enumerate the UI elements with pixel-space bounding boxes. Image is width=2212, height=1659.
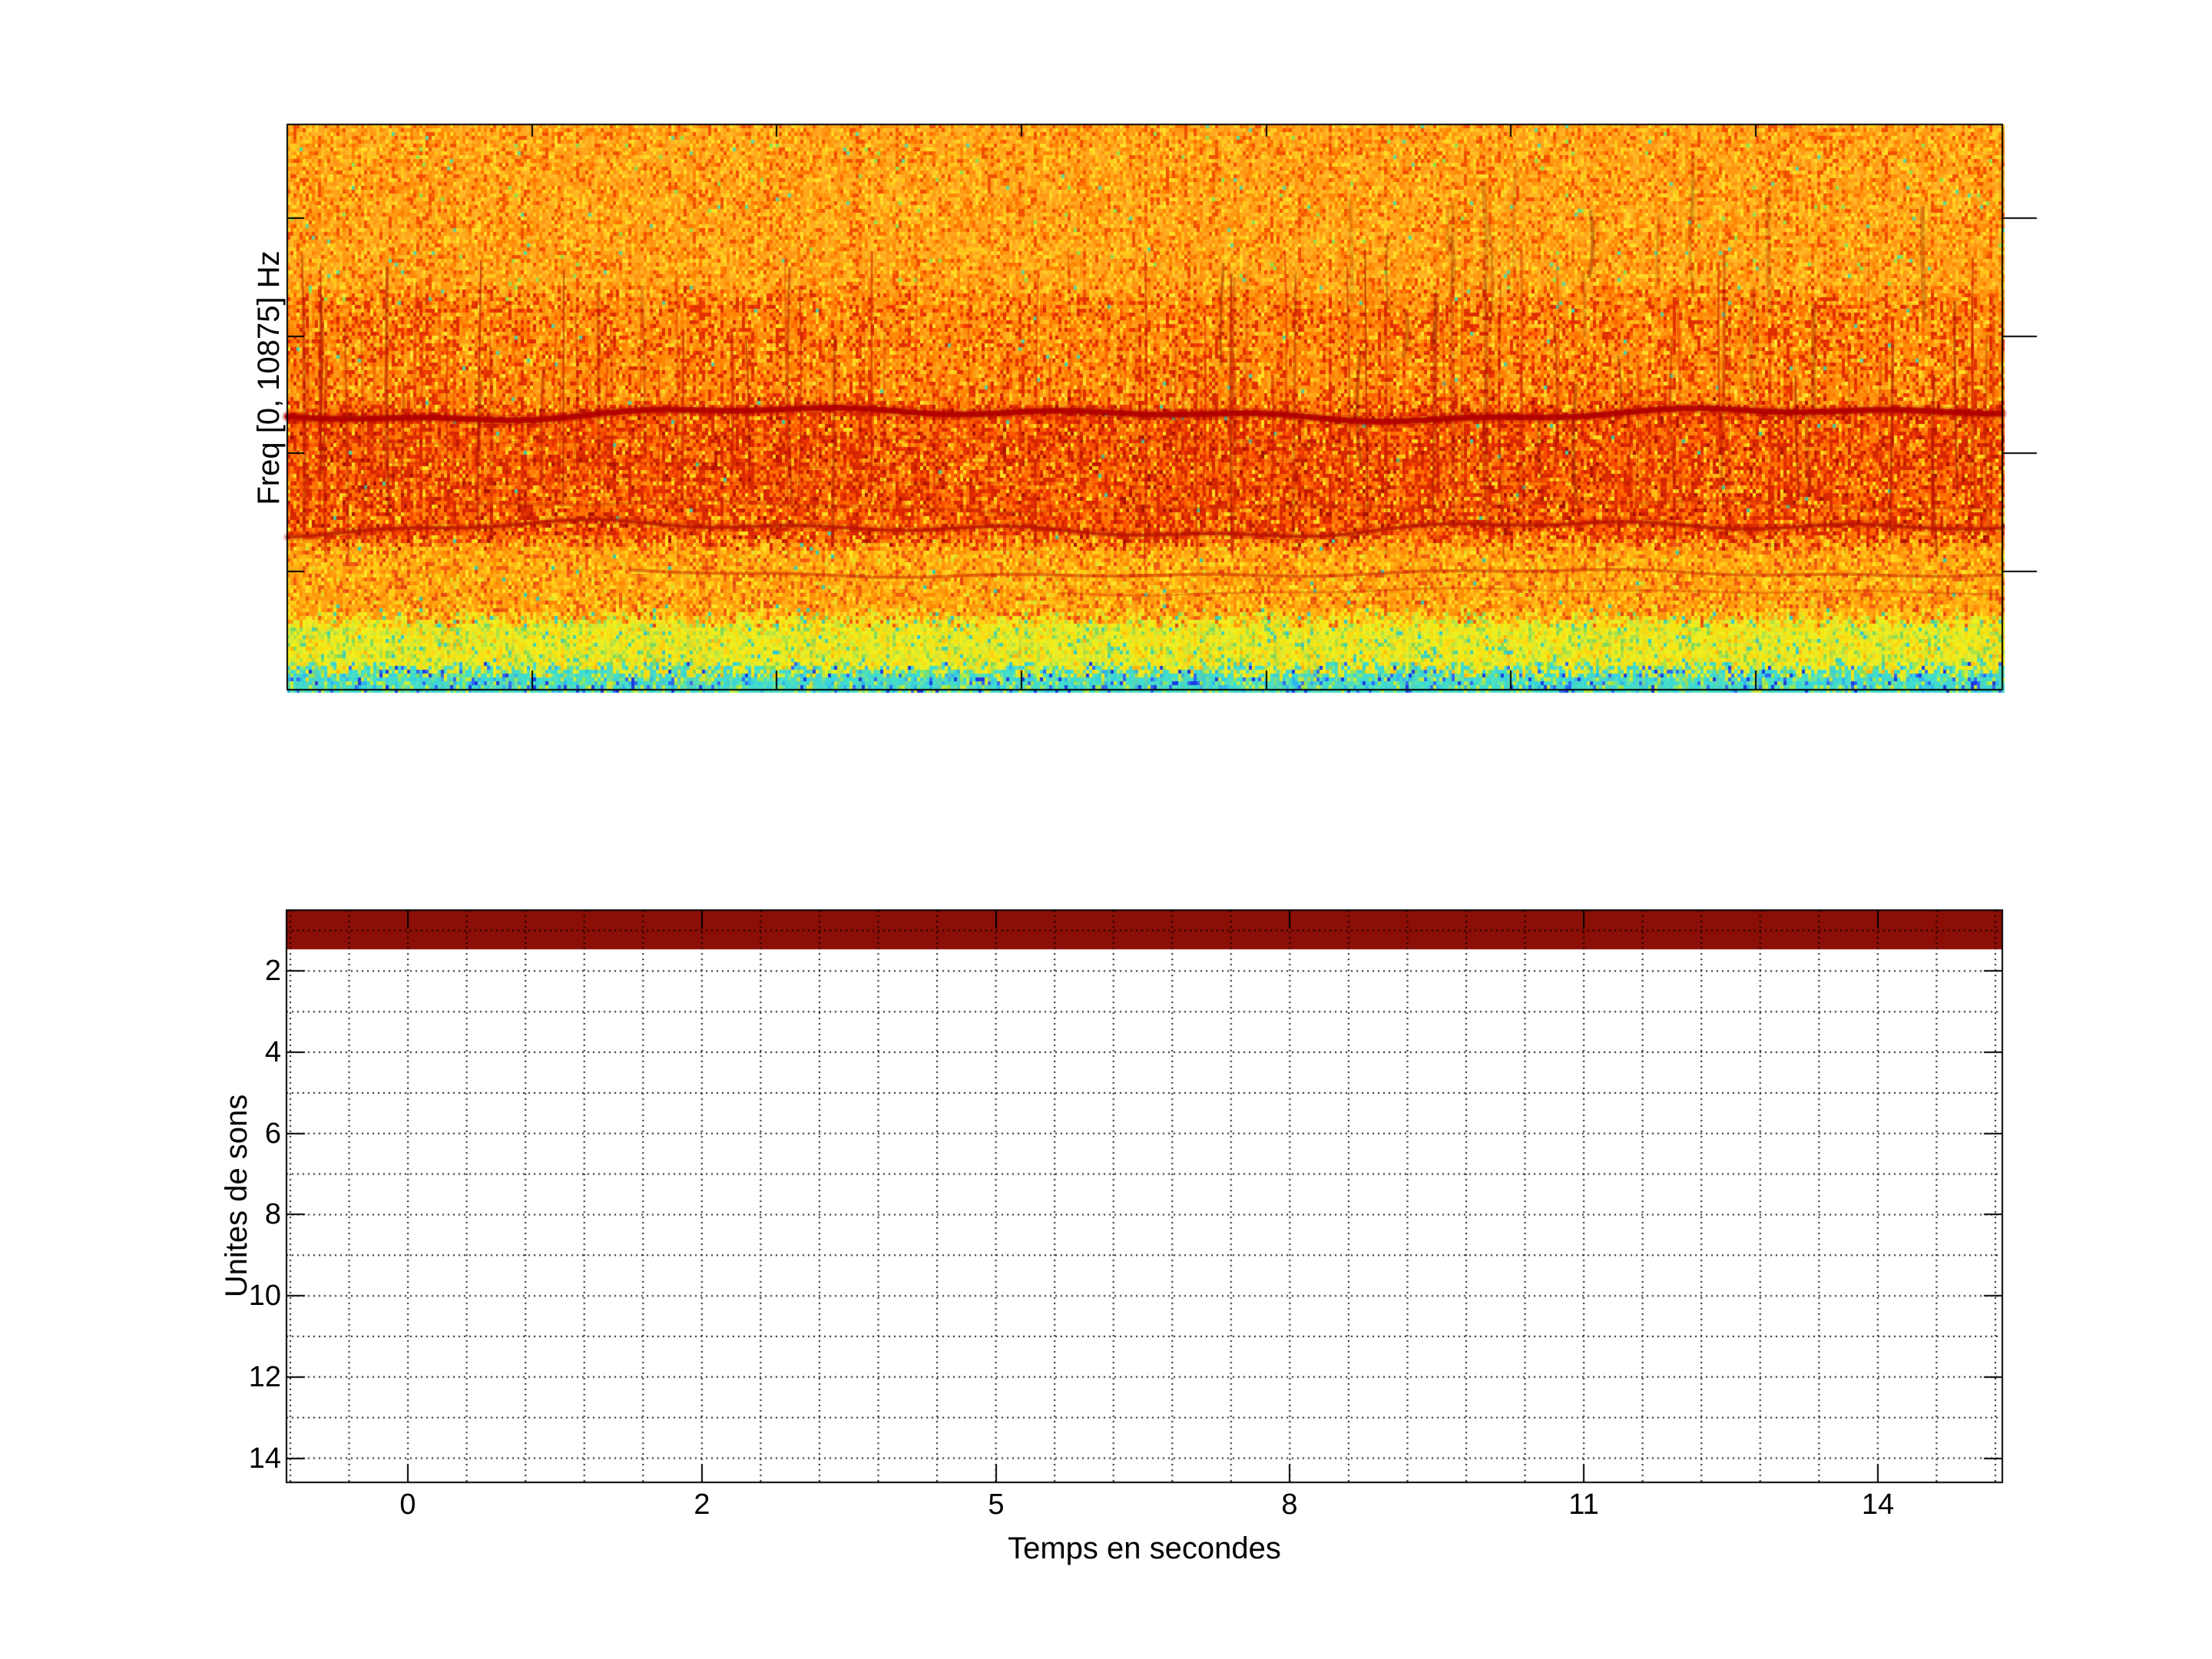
- time-xlabel: Temps en secondes: [1008, 1532, 1281, 1565]
- y-tick-label-2: 2: [264, 955, 281, 987]
- y-tick-label-12: 12: [248, 1361, 281, 1393]
- y-tick-label-8: 8: [264, 1198, 281, 1230]
- y-tick-label-4: 4: [264, 1036, 281, 1068]
- spectrogram-ylabel: Freq [0, 10875] Hz: [252, 250, 286, 505]
- y-tick-label-14: 14: [248, 1442, 281, 1475]
- x-tick-label-5: 5: [988, 1488, 1005, 1521]
- x-tick-label-11: 11: [1568, 1488, 1599, 1521]
- x-tick-label-8: 8: [1281, 1488, 1298, 1521]
- spectrogram-plot: [287, 124, 2002, 690]
- x-tick-label-2: 2: [694, 1488, 710, 1521]
- figure: Freq [0, 10875] Hz Unites de sons Temps …: [0, 0, 2212, 1659]
- y-tick-label-6: 6: [264, 1118, 281, 1150]
- y-tick-label-10: 10: [248, 1280, 281, 1312]
- x-tick-label-14: 14: [1861, 1488, 1895, 1521]
- units-plot: [286, 910, 2002, 1482]
- x-tick-label-0: 0: [399, 1488, 416, 1521]
